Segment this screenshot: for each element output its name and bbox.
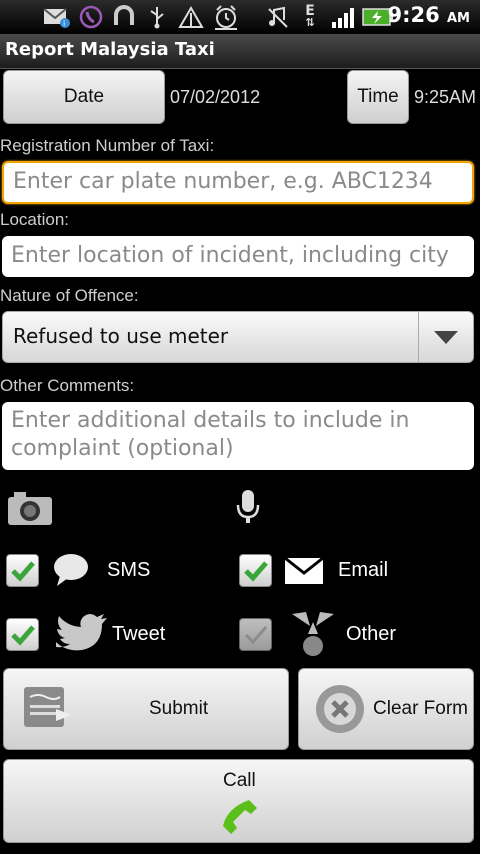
other-label: Other: [346, 623, 397, 645]
clock: 9:26 AM: [387, 3, 470, 27]
clear-form-label: Clear Form: [373, 698, 469, 719]
submit-button[interactable]: Submit: [3, 668, 289, 750]
send-icon: [20, 685, 74, 731]
status-bar: i E ⇅ 9:26 AM: [0, 0, 480, 34]
dropdown-arrow-icon[interactable]: [418, 312, 473, 362]
registration-label: Registration Number of Taxi:: [0, 136, 215, 155]
clock-time: 9:26: [387, 3, 440, 27]
offence-selected-value: Refused to use meter: [13, 324, 229, 348]
offence-dropdown[interactable]: Refused to use meter: [2, 311, 474, 363]
location-label: Location:: [0, 210, 69, 229]
microphone-icon[interactable]: [234, 489, 262, 525]
time-button[interactable]: Time: [347, 70, 409, 124]
tweet-label: Tweet: [112, 623, 166, 645]
svg-text:i: i: [63, 19, 65, 28]
time-value: 9:25AM: [414, 87, 477, 107]
checkmark-icon: [243, 560, 268, 582]
call-label: Call: [223, 770, 256, 791]
registration-input[interactable]: Enter car plate number, e.g. ABC1234: [2, 161, 474, 204]
sms-label: SMS: [107, 559, 151, 581]
network-e-icon: E ⇅: [305, 3, 315, 29]
camera-icon[interactable]: [6, 487, 54, 527]
usb-icon: [144, 4, 170, 30]
comments-input[interactable]: Enter additional details to include in c…: [2, 402, 474, 470]
app-title: Report Malaysia Taxi: [5, 39, 215, 60]
sms-checkbox[interactable]: [6, 554, 39, 587]
email-checkbox[interactable]: [239, 554, 272, 587]
location-input[interactable]: Enter location of incident, including ci…: [2, 236, 474, 277]
clear-form-button[interactable]: Clear Form: [298, 668, 474, 750]
tweet-checkbox[interactable]: [6, 618, 39, 651]
date-value: 07/02/2012: [170, 87, 261, 107]
comments-label: Other Comments:: [0, 376, 135, 395]
wifi-hotspot-icon: [176, 4, 206, 30]
title-bar: Report Malaysia Taxi: [0, 34, 480, 69]
sync-icon: [110, 4, 138, 30]
twitter-bird-icon: [52, 612, 108, 656]
speech-bubble-icon: [52, 552, 90, 588]
email-label: Email: [338, 559, 389, 581]
call-button[interactable]: Call: [3, 759, 474, 843]
checkmark-icon: [10, 624, 35, 646]
offence-label: Nature of Offence:: [0, 286, 139, 305]
clock-ampm: AM: [447, 11, 470, 26]
checkmark-outline-icon: [244, 625, 267, 644]
signal-icon: [330, 4, 356, 30]
mute-icon: [266, 4, 290, 30]
alarm-icon: [212, 4, 240, 30]
date-button[interactable]: Date: [3, 70, 165, 124]
other-checkbox[interactable]: [239, 618, 272, 651]
submit-label: Submit: [149, 698, 209, 719]
mail-notification-icon: i: [42, 4, 72, 30]
phone-icon: [78, 4, 106, 30]
phone-handset-icon: [221, 798, 259, 836]
envelope-icon: [284, 556, 324, 586]
share-other-icon: [288, 608, 338, 658]
clear-x-icon: [314, 683, 366, 735]
checkmark-icon: [10, 560, 35, 582]
